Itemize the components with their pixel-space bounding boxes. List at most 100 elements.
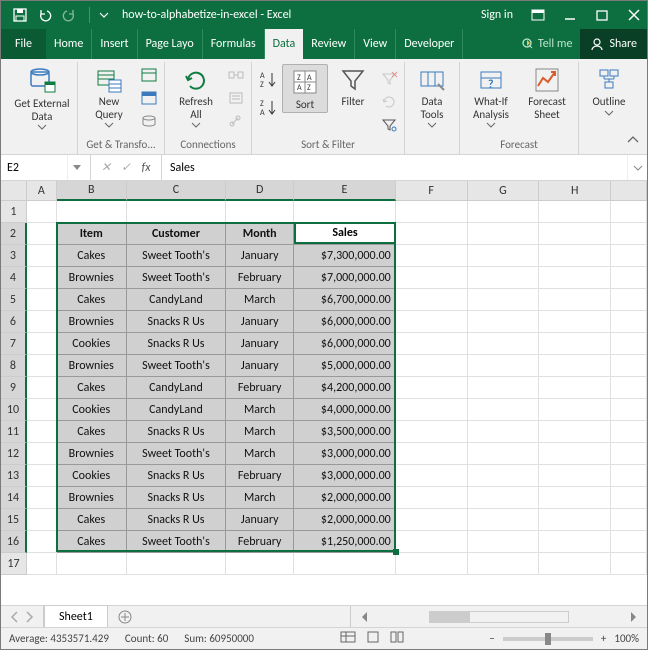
cell-B17[interactable] xyxy=(57,553,127,575)
maximize-icon[interactable] xyxy=(595,8,609,22)
show-queries-icon[interactable] xyxy=(138,64,160,86)
cell-H13[interactable] xyxy=(539,465,611,487)
cell-D12[interactable]: March xyxy=(226,443,294,465)
cell-H3[interactable] xyxy=(539,245,611,267)
cell-E4[interactable]: $7,000,000.00 xyxy=(294,267,396,289)
tab-page-layo[interactable]: Page Layo xyxy=(138,29,203,59)
cell-A5[interactable] xyxy=(27,289,57,311)
cell-A14[interactable] xyxy=(27,487,57,509)
cell-F13[interactable] xyxy=(396,465,468,487)
cell-E8[interactable]: $5,000,000.00 xyxy=(294,355,396,377)
cell-B8[interactable]: Brownies xyxy=(57,355,127,377)
cell-D2[interactable]: Month xyxy=(226,223,294,245)
cell-F3[interactable] xyxy=(396,245,468,267)
filter-button[interactable]: Filter xyxy=(330,64,376,109)
cell-F8[interactable] xyxy=(396,355,468,377)
cell-A10[interactable] xyxy=(27,399,57,421)
col-header-D[interactable]: D xyxy=(226,181,294,201)
cell-H8[interactable] xyxy=(539,355,611,377)
cell-C6[interactable]: Snacks R Us xyxy=(127,311,227,333)
cell-H17[interactable] xyxy=(539,553,611,575)
row-header-4[interactable]: 4 xyxy=(1,267,27,289)
cell-G1[interactable] xyxy=(468,201,540,223)
cell-C5[interactable]: CandyLand xyxy=(127,289,227,311)
cell-C2[interactable]: Customer xyxy=(127,223,227,245)
cell-G8[interactable] xyxy=(468,355,540,377)
cell-D5[interactable]: March xyxy=(226,289,294,311)
cell-I17[interactable] xyxy=(611,553,647,575)
reapply-icon[interactable] xyxy=(378,91,400,113)
cell-B15[interactable]: Cakes xyxy=(57,509,127,531)
col-header-A[interactable]: A xyxy=(27,181,57,201)
cell-A8[interactable] xyxy=(27,355,57,377)
cell-D11[interactable]: March xyxy=(226,421,294,443)
cell-C1[interactable] xyxy=(127,201,227,223)
tab-data[interactable]: Data xyxy=(265,29,304,59)
cell-G10[interactable] xyxy=(468,399,540,421)
cell-G6[interactable] xyxy=(468,311,540,333)
col-header-E[interactable]: E xyxy=(294,181,396,201)
cell-H16[interactable] xyxy=(539,531,611,553)
cell-C8[interactable]: Sweet Tooth's xyxy=(127,355,227,377)
cell-D15[interactable]: January xyxy=(226,509,294,531)
cell-C11[interactable]: Snacks R Us xyxy=(127,421,227,443)
cell-C17[interactable] xyxy=(127,553,227,575)
fill-handle[interactable] xyxy=(393,549,399,555)
sort-button[interactable]: ZAAZ Sort xyxy=(282,64,328,113)
cell-F5[interactable] xyxy=(396,289,468,311)
cell-G11[interactable] xyxy=(468,421,540,443)
cell-D8[interactable]: January xyxy=(226,355,294,377)
cancel-formula-icon[interactable]: ✕ xyxy=(97,160,115,175)
cell-A16[interactable] xyxy=(27,531,57,553)
cell-G14[interactable] xyxy=(468,487,540,509)
add-sheet-button[interactable] xyxy=(108,606,142,627)
cell-B5[interactable]: Cakes xyxy=(57,289,127,311)
cell-A11[interactable] xyxy=(27,421,57,443)
cell-D3[interactable]: January xyxy=(226,245,294,267)
get-external-data-button[interactable]: Get External Data xyxy=(11,64,73,130)
cell-I13[interactable] xyxy=(611,465,647,487)
cell-E6[interactable]: $6,000,000.00 xyxy=(294,311,396,333)
cell-A7[interactable] xyxy=(27,333,57,355)
cell-I14[interactable] xyxy=(611,487,647,509)
collapse-ribbon-icon[interactable] xyxy=(627,131,639,150)
cell-E16[interactable]: $1,250,000.00 xyxy=(294,531,396,553)
cell-I15[interactable] xyxy=(611,509,647,531)
cell-E2[interactable]: Sales xyxy=(294,223,396,245)
row-header-1[interactable]: 1 xyxy=(1,201,27,223)
row-header-3[interactable]: 3 xyxy=(1,245,27,267)
col-header-G[interactable]: G xyxy=(468,181,540,201)
sort-az-icon[interactable]: AZ xyxy=(256,68,280,92)
normal-view-icon[interactable] xyxy=(340,631,356,646)
cell-E3[interactable]: $7,300,000.00 xyxy=(294,245,396,267)
row-header-2[interactable]: 2 xyxy=(1,223,27,245)
cell-I7[interactable] xyxy=(611,333,647,355)
edit-links-icon[interactable] xyxy=(225,110,247,132)
cell-G4[interactable] xyxy=(468,267,540,289)
save-icon[interactable] xyxy=(13,8,27,22)
cell-I6[interactable] xyxy=(611,311,647,333)
cell-C9[interactable]: CandyLand xyxy=(127,377,227,399)
cell-I2[interactable] xyxy=(611,223,647,245)
tab-insert[interactable]: Insert xyxy=(92,29,137,59)
tab-view[interactable]: View xyxy=(355,29,396,59)
advanced-filter-icon[interactable] xyxy=(378,114,400,136)
name-box-dropdown-icon[interactable] xyxy=(67,155,85,180)
cell-C3[interactable]: Sweet Tooth's xyxy=(127,245,227,267)
tab-review[interactable]: Review xyxy=(303,29,355,59)
row-header-17[interactable]: 17 xyxy=(1,553,27,575)
cell-A15[interactable] xyxy=(27,509,57,531)
cell-E11[interactable]: $3,500,000.00 xyxy=(294,421,396,443)
cell-A13[interactable] xyxy=(27,465,57,487)
row-header-7[interactable]: 7 xyxy=(1,333,27,355)
cell-H6[interactable] xyxy=(539,311,611,333)
cell-D1[interactable] xyxy=(226,201,294,223)
name-box-input[interactable] xyxy=(1,161,67,175)
row-header-14[interactable]: 14 xyxy=(1,487,27,509)
cell-D9[interactable]: February xyxy=(226,377,294,399)
cell-F14[interactable] xyxy=(396,487,468,509)
cell-D14[interactable]: March xyxy=(226,487,294,509)
cell-A4[interactable] xyxy=(27,267,57,289)
expand-formula-bar-icon[interactable] xyxy=(627,155,647,180)
cell-G3[interactable] xyxy=(468,245,540,267)
